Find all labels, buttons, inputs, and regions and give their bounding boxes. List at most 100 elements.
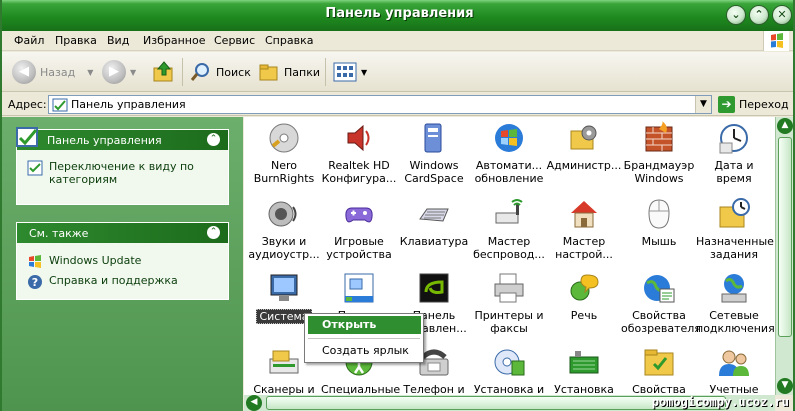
windows-update-icon <box>492 121 526 155</box>
add-remove-icon <box>492 345 526 379</box>
forward-arrow-icon: ▶ <box>102 60 126 84</box>
menu-help[interactable]: Справка <box>265 34 313 47</box>
control-panel-item[interactable]: Установка и <box>471 345 547 396</box>
collapse-chevron-icon[interactable]: ⌃ <box>207 226 220 239</box>
item-label: Дата и время <box>714 159 754 185</box>
wireless-icon <box>492 197 526 231</box>
forward-button[interactable]: ▶ ▼ <box>102 58 136 86</box>
context-open[interactable]: Открыть <box>308 316 421 334</box>
menu-tools[interactable]: Сервис <box>214 34 255 47</box>
internet-options-icon <box>642 271 676 305</box>
item-label: Брандмауэр Windows <box>623 159 695 185</box>
maximize-button[interactable]: ⌃ <box>749 5 769 25</box>
scheduled-tasks-icon <box>717 197 751 231</box>
control-panel-item[interactable]: Принтеры и факсы <box>471 271 547 335</box>
windows-update-link[interactable]: Windows Update <box>27 254 141 270</box>
scanner-icon <box>267 345 301 379</box>
address-input[interactable]: Панель управления ▼ <box>48 95 712 114</box>
menu-file[interactable]: Файл <box>14 34 44 47</box>
see-also-box: См. также ⌃ Windows Update ? Справка и п… <box>16 222 229 300</box>
control-panel-item[interactable]: Свойства обозревателя <box>621 271 701 335</box>
up-folder-button[interactable] <box>152 58 176 86</box>
watermark: pomogicompy.ucoz.ru <box>651 395 789 409</box>
scroll-up-icon[interactable]: ▲ <box>777 118 793 134</box>
views-button[interactable]: ▼ <box>333 58 367 86</box>
control-panel-large-icon <box>16 127 38 147</box>
help-support-link[interactable]: ? Справка и поддержка <box>27 274 178 290</box>
item-label: Принтеры и факсы <box>474 309 544 335</box>
scroll-left-icon[interactable]: ◀ <box>246 395 262 411</box>
control-panel-item[interactable]: Игровые устройства <box>321 197 397 261</box>
item-label: Игровые устройства <box>326 235 392 261</box>
see-also-header[interactable]: См. также ⌃ <box>17 223 228 243</box>
control-panel-item[interactable]: Брандмауэр Windows <box>621 121 697 185</box>
context-separator <box>308 338 420 339</box>
task-pane: Панель управления ⌃ Переключение к виду … <box>2 117 243 411</box>
vertical-scrollbar[interactable]: ▲ ▼ <box>775 117 793 395</box>
control-panel-item[interactable]: Мастер беспровод... <box>471 197 547 261</box>
back-button[interactable]: ◀ Назад ▼ <box>12 58 93 86</box>
close-button[interactable]: ✕ <box>772 5 792 25</box>
item-label: Мастер беспровод... <box>473 235 545 261</box>
user-accounts-icon <box>717 345 751 379</box>
control-panel-item[interactable]: Мастер настрой... <box>546 197 622 261</box>
control-panel-item[interactable]: Realtek HD Конфигура... <box>321 121 397 185</box>
forward-dropdown-icon[interactable]: ▼ <box>130 68 136 77</box>
control-panel-box: Панель управления ⌃ Переключение к виду … <box>16 127 229 205</box>
control-panel-item[interactable]: Nero BurnRights <box>246 121 322 185</box>
views-icon <box>333 62 357 82</box>
address-bar: Адрес: Панель управления ▼ ➔ Переход <box>2 93 793 116</box>
back-arrow-icon: ◀ <box>12 60 36 84</box>
svg-text:?: ? <box>32 276 38 289</box>
search-icon <box>190 63 209 81</box>
control-panel-item[interactable]: Дата и время <box>696 121 772 185</box>
control-panel-item[interactable]: Свойства <box>621 345 697 396</box>
control-panel-item[interactable]: Назначенные задания <box>696 197 774 261</box>
address-dropdown-icon[interactable]: ▼ <box>695 96 711 113</box>
back-dropdown-icon[interactable]: ▼ <box>87 68 93 77</box>
go-button[interactable]: ➔ Переход <box>718 96 789 113</box>
control-panel-item[interactable]: Администр... <box>546 121 622 172</box>
vertical-scroll-thumb[interactable] <box>778 137 792 337</box>
control-panel-item[interactable]: Учетные <box>696 345 772 396</box>
context-create-shortcut[interactable]: Создать ярлык <box>308 342 421 360</box>
title-bar[interactable]: Панель управления ⌄ ⌃ ✕ <box>2 0 793 31</box>
toolbar: ◀ Назад ▼ ▶ ▼ Поиск Папки ▼ <box>2 52 793 92</box>
menu-bar: Файл Правка Вид Избранное Сервис Справка <box>2 31 793 51</box>
address-label: Адрес: <box>8 98 47 111</box>
switch-view-label: Переключение к виду по категориям <box>49 160 194 186</box>
control-panel-box-title: Панель управления <box>47 134 162 147</box>
scroll-down-icon[interactable]: ▼ <box>777 378 793 394</box>
control-panel-item[interactable]: Автомати... обновление <box>471 121 547 185</box>
item-label: Windows CardSpace <box>404 159 464 185</box>
folders-icon <box>259 64 278 81</box>
menu-view[interactable]: Вид <box>107 34 129 47</box>
menu-edit[interactable]: Правка <box>55 34 97 47</box>
keyboard-icon <box>417 197 451 231</box>
menu-favorites[interactable]: Избранное <box>143 34 205 47</box>
control-panel-item[interactable]: Установка <box>546 345 622 396</box>
nvidia-icon <box>417 271 451 305</box>
control-panel-item[interactable]: Звуки и аудиоустр... <box>246 197 322 261</box>
collapse-chevron-icon[interactable]: ⌃ <box>207 133 220 146</box>
switch-to-category-view-link[interactable]: Переключение к виду по категориям <box>27 160 222 186</box>
folders-button[interactable]: Папки <box>258 58 320 86</box>
system-icon <box>267 271 301 305</box>
control-panel-item[interactable]: Речь <box>546 271 622 322</box>
windows-logo-icon <box>763 31 789 51</box>
cardspace-icon <box>417 121 451 155</box>
control-panel-item[interactable]: Клавиатура <box>396 197 472 248</box>
clock-icon <box>717 121 751 155</box>
control-panel-item[interactable]: Windows CardSpace <box>396 121 472 185</box>
folders-label: Папки <box>284 65 320 79</box>
admin-tools-icon <box>567 121 601 155</box>
item-label: Звуки и аудиоустр... <box>248 235 320 261</box>
control-panel-item[interactable]: Сетевые подключения <box>696 271 775 335</box>
search-button[interactable]: Поиск <box>190 58 251 86</box>
item-label: Nero BurnRights <box>253 159 315 185</box>
control-panel-item[interactable]: Мышь <box>621 197 697 248</box>
minimize-button[interactable]: ⌄ <box>726 5 746 25</box>
go-label: Переход <box>739 98 789 111</box>
control-panel-box-header[interactable]: Панель управления ⌃ <box>16 127 228 150</box>
back-label: Назад <box>40 65 76 79</box>
